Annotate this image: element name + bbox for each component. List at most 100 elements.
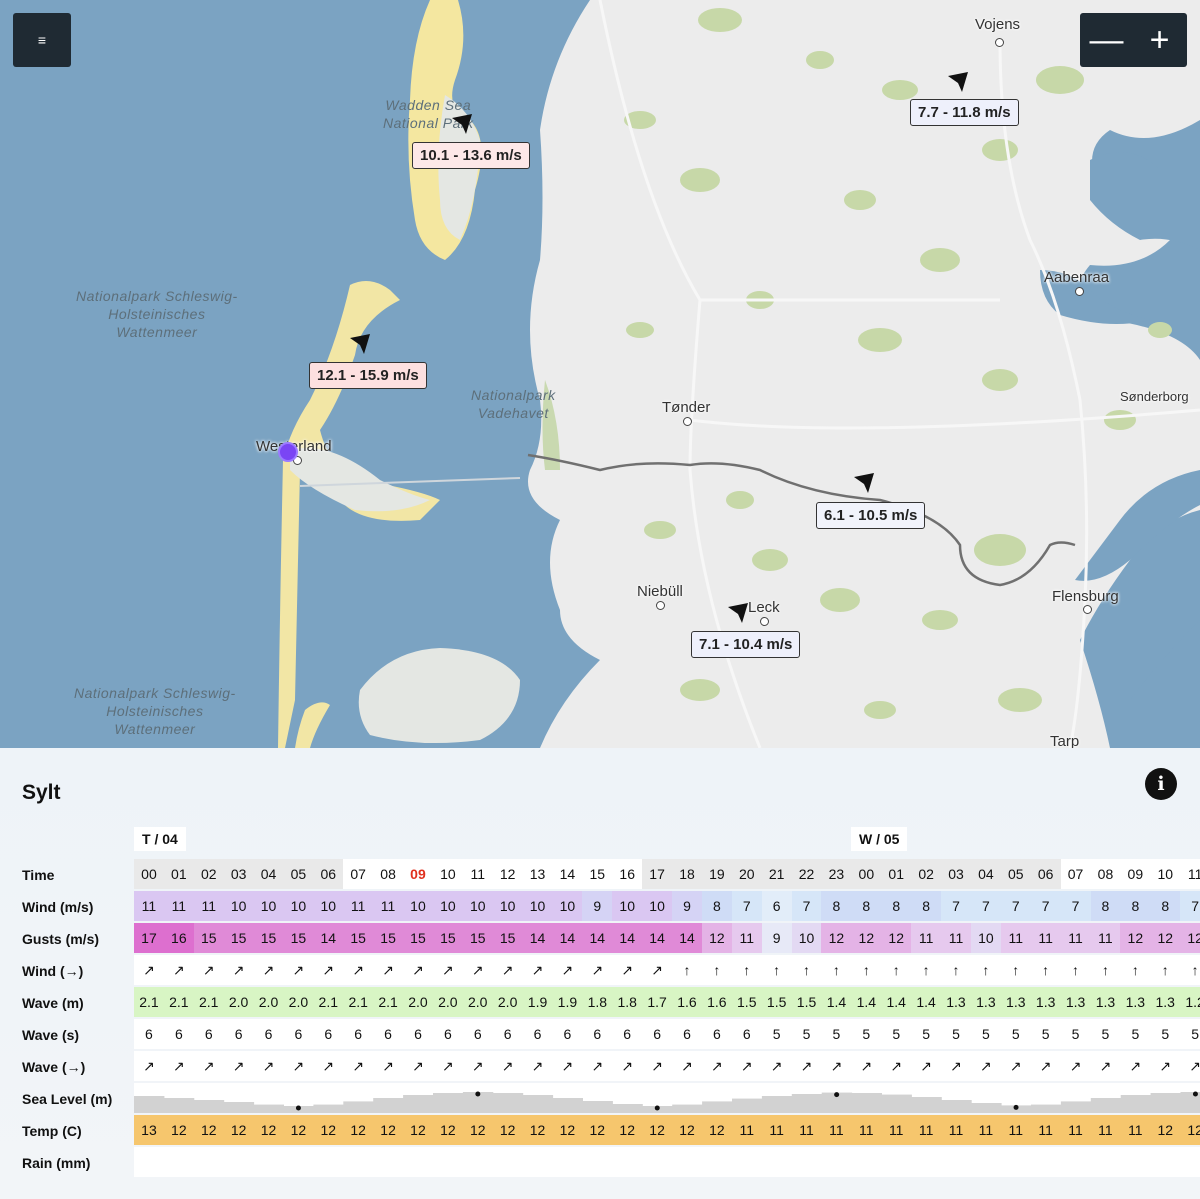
hours-cell[interactable]: 12	[492, 859, 523, 889]
hours-cell[interactable]: 09	[403, 859, 433, 889]
wind-label[interactable]: 12.1 - 15.9 m/s	[309, 362, 427, 389]
sea-level-bar	[582, 1101, 613, 1113]
menu-button[interactable]: ≡	[13, 13, 71, 67]
wind-label[interactable]: 10.1 - 13.6 m/s	[412, 142, 530, 169]
sea-level-bar	[552, 1098, 583, 1113]
hours-cell[interactable]: 08	[373, 859, 404, 889]
hours-cell[interactable]: 19	[701, 859, 732, 889]
place-aabenraa: Aabenraa	[1044, 269, 1110, 286]
hours-cell[interactable]: 06	[1030, 859, 1061, 889]
wind_dir-cell: ↑	[803, 962, 811, 978]
place-vojens: Vojens	[975, 16, 1021, 33]
wave_dir-cell: ↗	[1159, 1057, 1172, 1074]
wind-cell: 11	[134, 891, 164, 921]
wave_s-cell: 6	[742, 1026, 751, 1042]
hours-cell[interactable]: 07	[343, 859, 374, 889]
hours-cell[interactable]: 23	[821, 859, 852, 889]
wind-cell: 10	[432, 891, 463, 921]
gusts-cell: 14	[642, 923, 673, 953]
hours-cell[interactable]: 16	[612, 859, 643, 889]
wave_dir-cell: ↗	[412, 1057, 424, 1074]
wind-label[interactable]: 6.1 - 10.5 m/s	[816, 502, 926, 529]
wave_s-cell: 6	[354, 1026, 363, 1042]
hours-cell[interactable]: 06	[313, 859, 344, 889]
hours-cell[interactable]: 07	[1060, 859, 1091, 889]
sea-level-bar	[492, 1093, 524, 1113]
info-button[interactable]: i	[1145, 768, 1177, 800]
hours-cell[interactable]: 11	[1180, 859, 1200, 889]
wind-label[interactable]: 7.1 - 10.4 m/s	[691, 631, 801, 658]
hours-cell[interactable]: 01	[881, 859, 912, 889]
hours-cell[interactable]: 21	[761, 859, 792, 889]
wave-height-row: 2.1 2.1 2.1 2.0 2.0 2.0 2.1 2.1 2.1 2.0 2.0 2.0 2.0 1…	[134, 987, 1200, 1017]
wave_s-cell: 6	[324, 1026, 333, 1042]
hours-cell[interactable]: 08	[1090, 859, 1121, 889]
temp-cell: 12	[582, 1115, 613, 1145]
zoom-out-button[interactable]: —	[1080, 13, 1133, 67]
wave_h-cell: 1.3	[1060, 987, 1091, 1017]
hours-cell[interactable]: 13	[522, 859, 553, 889]
wind-arrow-icon	[854, 473, 874, 493]
sea-level-bar	[253, 1104, 284, 1113]
temp-cell: 11	[761, 1115, 792, 1145]
row-label-sea-level: Sea Level (m)	[22, 1091, 113, 1107]
hours-cell[interactable]: 22	[791, 859, 822, 889]
hours-cell[interactable]: 00	[134, 859, 164, 889]
wave_h-cell: 1.4	[851, 987, 882, 1017]
park-label-schleswig-north: Nationalpark Schleswig- Holsteinisches Wat…	[76, 288, 238, 340]
hours-cell[interactable]: 02	[193, 859, 224, 889]
zoom-in-button[interactable]: +	[1133, 13, 1186, 67]
map-view[interactable]: Wadden Sea National Park Nationalpark Sch…	[0, 0, 1200, 748]
place-flensburg: Flensburg	[1052, 588, 1119, 605]
hours-cell[interactable]: 05	[283, 859, 314, 889]
sea-level-bar	[1060, 1101, 1092, 1113]
place-leck: Leck	[748, 599, 780, 616]
temp-cell: 12	[1180, 1115, 1200, 1145]
wave_h-cell: 2.1	[134, 987, 164, 1017]
wave_s-cell: 6	[414, 1026, 422, 1042]
hours-cell[interactable]: 04	[970, 859, 1001, 889]
hours-cell[interactable]: 09	[1120, 859, 1151, 889]
row-label-time: Time	[22, 867, 55, 883]
hours-cell[interactable]: 15	[582, 859, 613, 889]
wave_dir-cell: ↗	[262, 1057, 275, 1074]
hours-cell[interactable]: 14	[552, 859, 583, 889]
wave_dir-cell: ↗	[531, 1057, 544, 1074]
wave_dir-cell: ↗	[800, 1057, 813, 1074]
sea-level-chart	[134, 1083, 1200, 1113]
wind-label[interactable]: 7.7 - 11.8 m/s	[910, 99, 1019, 126]
selected-location-marker[interactable]	[278, 442, 298, 462]
wave_s-cell: 5	[802, 1026, 811, 1042]
gusts-cell: 15	[432, 923, 463, 953]
wave_dir-cell: ↗	[890, 1057, 903, 1074]
wave_s-cell: 6	[204, 1026, 213, 1042]
wind_dir-cell: ↗	[352, 961, 365, 978]
wind_dir-cell: ↗	[501, 961, 514, 978]
wind_dir-cell: ↑	[1131, 962, 1139, 978]
hours-cell[interactable]: 18	[672, 859, 702, 889]
hours-cell[interactable]: 03	[941, 859, 971, 889]
temp-cell: 12	[163, 1115, 194, 1145]
hours-cell[interactable]: 01	[163, 859, 194, 889]
sea-level-bar	[791, 1094, 823, 1113]
wave_dir-cell: ↗	[770, 1057, 783, 1074]
wind-row: 11 11 11 10 10 10 10 11 11 10 10 10 10 10 10 9 10 10 9 8 7 6 7…	[134, 891, 1200, 921]
hours-cell[interactable]: 02	[911, 859, 942, 889]
hours-cell[interactable]: 05	[1000, 859, 1031, 889]
wave_s-cell: 5	[832, 1026, 841, 1042]
menu-icon: ≡	[37, 32, 47, 48]
gusts-cell: 14	[313, 923, 344, 953]
temp-cell: 12	[672, 1115, 702, 1145]
town-dot	[995, 38, 1004, 47]
hours-cell[interactable]: 11	[462, 859, 493, 889]
wave_s-cell: 6	[384, 1026, 392, 1042]
hours-cell[interactable]: 10	[432, 859, 463, 889]
hours-cell[interactable]: 20	[731, 859, 762, 889]
hours-cell[interactable]: 17	[642, 859, 673, 889]
hours-cell[interactable]: 10	[1150, 859, 1181, 889]
wind_dir-cell: ↗	[591, 961, 604, 978]
hours-cell[interactable]: 00	[851, 859, 882, 889]
hours-cell[interactable]: 03	[223, 859, 254, 889]
hours-cell[interactable]: 04	[253, 859, 284, 889]
sea-level-bar	[163, 1098, 195, 1113]
